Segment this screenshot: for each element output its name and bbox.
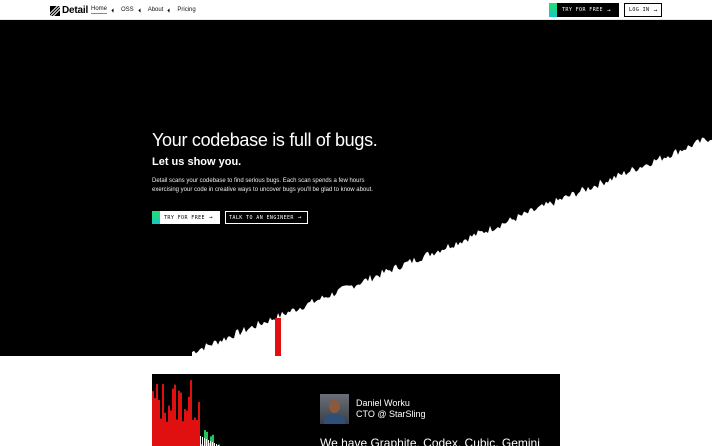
testimonial-bar: [184, 409, 186, 446]
testimonial-bar: [196, 420, 198, 446]
avatar: [320, 394, 349, 424]
button-label: TRY FOR FREE: [562, 7, 603, 13]
nav-link-about[interactable]: About: [148, 6, 172, 14]
button-accent: [152, 211, 160, 224]
avatar-head: [329, 400, 340, 413]
button-label: TALK TO AN ENGINEER: [229, 214, 294, 221]
nav-link-label: OSS: [121, 6, 134, 13]
login-button[interactable]: LOG IN →: [624, 3, 662, 17]
testimonial-bar: [156, 384, 158, 446]
testimonial-bar: [174, 384, 176, 446]
testimonial-bar: [212, 442, 213, 446]
arrow-right-icon: →: [297, 214, 302, 221]
testimonial-bar: [176, 419, 178, 446]
testimonial-quote: We have Graphite, Codex, Cubic, Gemini: [320, 436, 540, 446]
top-nav: Detail Home OSS About Pricing TRY FOR FR…: [0, 0, 712, 20]
button-accent: [549, 3, 557, 17]
logo-mark-icon: [50, 5, 60, 16]
logo-text: Detail: [62, 5, 89, 16]
testimonial-card: Daniel Worku CTO @ StarSling We have Gra…: [152, 374, 560, 446]
hero-try-for-free-button[interactable]: TRY FOR FREE →: [152, 211, 220, 224]
button-label: LOG IN: [629, 7, 650, 13]
person-name: Daniel Worku: [356, 398, 410, 408]
testimonial-bar: [202, 437, 203, 446]
testimonial-bar: [158, 399, 160, 446]
hero-section: Your codebase is full of bugs. Let us sh…: [0, 20, 712, 356]
testimonial-bar: [194, 417, 196, 446]
logo[interactable]: Detail: [50, 5, 88, 16]
testimonial-bar: [164, 412, 166, 446]
testimonial-bar: [172, 388, 174, 446]
testimonial-bar: [162, 384, 164, 446]
testimonial-bar: [198, 402, 200, 446]
nav-links: Home OSS About Pricing: [91, 6, 202, 14]
testimonial-bar: [204, 438, 205, 446]
hero-description: Detail scans your codebase to find serio…: [152, 178, 373, 193]
dropdown-arrow-icon: [167, 7, 172, 13]
nav-link-label: Pricing: [177, 6, 196, 13]
hero-subtitle: Let us show you.: [152, 156, 242, 168]
nav-link-label: About: [147, 6, 164, 13]
testimonial-bar: [206, 439, 207, 446]
testimonial-bar: [170, 410, 172, 446]
arrow-right-icon: →: [653, 6, 658, 14]
testimonial-bar: [200, 436, 201, 446]
testimonial-bar: [188, 396, 190, 446]
testimonial-bar: [152, 391, 154, 446]
nav-link-home[interactable]: Home: [91, 6, 116, 14]
hero-title: Your codebase is full of bugs.: [152, 130, 378, 150]
talk-to-engineer-button[interactable]: TALK TO AN ENGINEER →: [225, 211, 308, 224]
testimonial-bar: [210, 441, 211, 446]
testimonial-bar: [168, 405, 170, 446]
testimonial-bar: [154, 398, 156, 446]
nav-link-pricing[interactable]: Pricing: [177, 6, 195, 14]
testimonial-bar: [186, 410, 188, 446]
avatar-body: [324, 414, 345, 424]
testimonial-bar: [178, 390, 180, 446]
nav-try-for-free-button[interactable]: TRY FOR FREE →: [549, 3, 619, 17]
testimonial-bar: [166, 421, 168, 446]
testimonial-bar: [208, 440, 209, 446]
hero-wedge-shape: [192, 137, 712, 356]
arrow-right-icon: →: [606, 6, 611, 14]
testimonial-bar: [190, 380, 192, 446]
button-label: TRY FOR FREE: [164, 214, 205, 221]
testimonial-bar: [160, 418, 162, 446]
arrow-right-icon: →: [208, 214, 213, 221]
dropdown-arrow-icon: [138, 7, 143, 13]
person-role: CTO @ StarSling: [356, 409, 426, 419]
nav-link-label: Home: [91, 6, 108, 14]
testimonial-bar: [192, 420, 194, 446]
testimonial-bar: [180, 392, 182, 446]
dropdown-arrow-icon: [111, 7, 116, 13]
testimonial-bar: [182, 421, 184, 446]
nav-link-oss[interactable]: OSS: [121, 6, 143, 14]
hero-red-bar: [275, 318, 281, 356]
